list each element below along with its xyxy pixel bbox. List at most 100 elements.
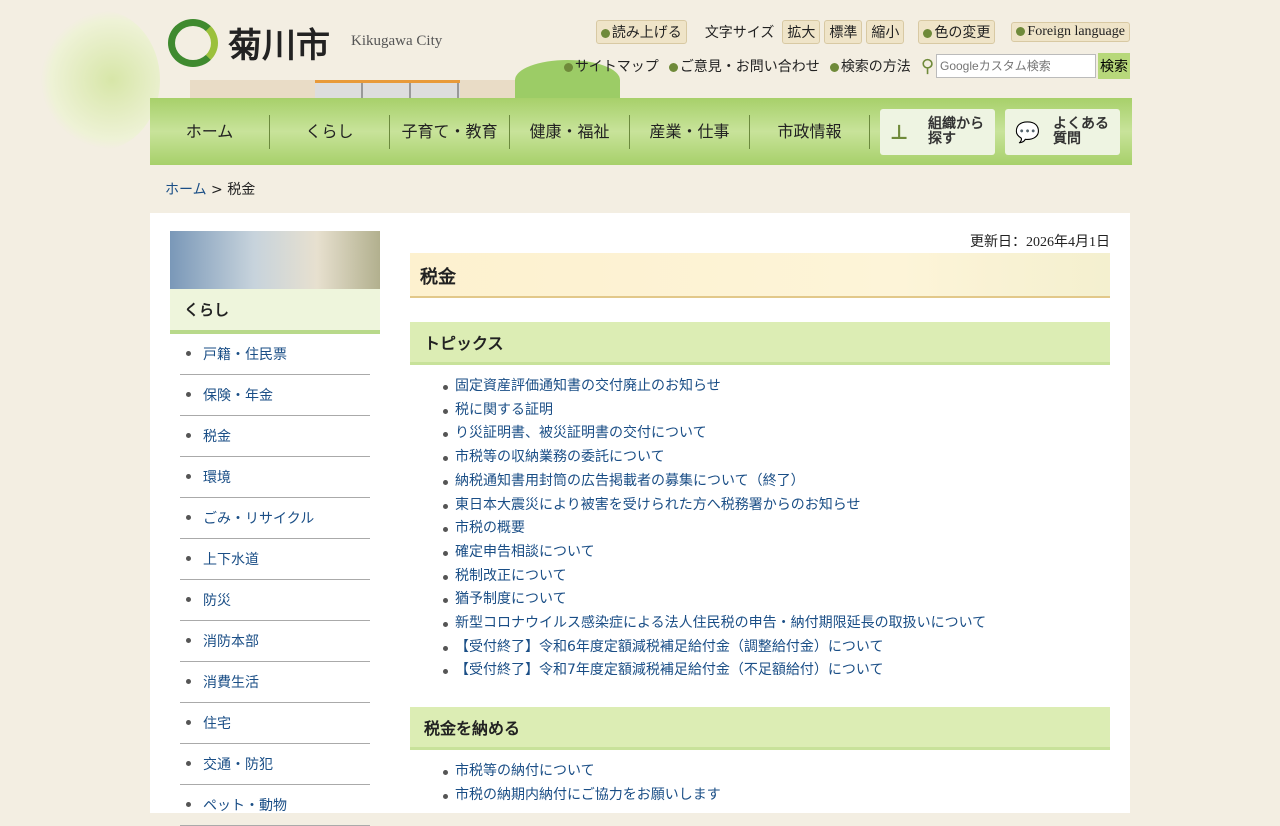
topic-link[interactable]: 猶予制度について	[455, 591, 567, 607]
list-item: 固定資産評価通知書の交付廃止のお知らせ	[443, 375, 1110, 399]
faq-label: よくある質問	[1053, 115, 1109, 147]
sidebar-link[interactable]: 交通・防犯	[203, 757, 273, 773]
site-logo[interactable]: 菊川市	[168, 18, 330, 67]
list-item: 税制改正について	[443, 565, 1110, 589]
topic-link[interactable]: 【受付終了】令和6年度定額減税補足給付金（調整給付金）について	[455, 639, 884, 655]
read-aloud-label: 読み上げる	[611, 25, 682, 41]
search-icon: ⚲	[920, 55, 934, 77]
nav-childcare-education[interactable]: 子育て・教育	[390, 114, 510, 149]
topic-link[interactable]: 市税の納期内納付にご協力をお願いします	[455, 787, 721, 803]
header-links: サイトマップ ご意見・お問い合わせ 検索の方法 ⚲ 検索	[563, 53, 1130, 79]
sidebar: くらし 戸籍・住民票 保険・年金税金環境ごみ・リサイクル 上下水道防災消防本部消費生…	[170, 231, 380, 826]
font-standard-button[interactable]: 標準	[824, 20, 863, 44]
org-label: 組織から探す	[928, 115, 984, 147]
sidebar-link[interactable]: 環境	[203, 470, 231, 486]
sidebar-list: 戸籍・住民票 保険・年金税金環境ごみ・リサイクル 上下水道防災消防本部消費生活住宅交…	[170, 334, 380, 826]
nav-home[interactable]: ホーム	[150, 114, 270, 149]
city-english-name: Kikugawa City	[351, 33, 443, 49]
nav-faq-button[interactable]: 💬 よくある質問	[1005, 108, 1120, 155]
color-change-button[interactable]: 色の変更	[918, 20, 996, 44]
arrow-icon	[563, 62, 573, 72]
logo-text: 菊川市	[228, 26, 330, 66]
arrow-icon	[600, 28, 610, 38]
topic-link[interactable]: 新型コロナウイルス感染症による法人住民税の申告・納付期限延長の取扱いについて	[455, 615, 986, 631]
topic-link[interactable]: 税に関する証明	[455, 402, 553, 418]
sidebar-item: 消費生活	[180, 662, 370, 703]
content: 更新日：2026年4月1日 税金 トピックス固定資産評価通知書の交付廃止のお知ら…	[410, 231, 1110, 808]
search-button[interactable]: 検索	[1098, 53, 1130, 79]
arrow-icon	[829, 62, 839, 72]
topic-link[interactable]: 市税等の納付について	[455, 763, 595, 779]
list-item: 納税通知書用封筒の広告掲載者の募集について（終了）	[443, 470, 1110, 494]
sidebar-link[interactable]: ごみ・リサイクル	[203, 511, 314, 527]
list-item: 新型コロナウイルス感染症による法人住民税の申告・納付期限延長の取扱いについて	[443, 612, 1110, 636]
section-heading: トピックス	[410, 322, 1110, 365]
sidebar-item: ごみ・リサイクル	[180, 498, 370, 539]
nav-health-welfare[interactable]: 健康・福祉	[510, 114, 630, 149]
list-item: り災証明書、被災証明書の交付について	[443, 422, 1110, 446]
foreign-language-button[interactable]: Foreign language	[1011, 22, 1130, 42]
nav-industry-work[interactable]: 産業・仕事	[630, 114, 750, 149]
list-item: 市税等の納付について	[443, 760, 1110, 784]
font-enlarge-button[interactable]: 拡大	[782, 20, 821, 44]
sidebar-link[interactable]: ペット・動物	[203, 798, 287, 814]
topic-link[interactable]: 確定申告相談について	[455, 544, 595, 560]
header: 菊川市 Kikugawa City 読み上げる 文字サイズ 拡大 標準 縮小 色…	[150, 0, 1130, 100]
sidebar-title: くらし	[170, 289, 380, 334]
breadcrumb-home-link[interactable]: ホーム	[165, 182, 207, 198]
sidebar-item: 防災	[180, 580, 370, 621]
sidebar-item: 住宅	[180, 703, 370, 744]
contact-link[interactable]: ご意見・お問い合わせ	[668, 56, 820, 76]
arrow-icon	[668, 62, 678, 72]
sidebar-link[interactable]: 住宅	[203, 716, 231, 732]
breadcrumb-current: 税金	[227, 182, 256, 198]
sidebar-item: 消防本部	[180, 621, 370, 662]
sitemap-link[interactable]: サイトマップ	[563, 56, 659, 76]
color-change-label: 色の変更	[934, 25, 991, 41]
topic-link[interactable]: 固定資産評価通知書の交付廃止のお知らせ	[455, 378, 721, 394]
sidebar-link[interactable]: 戸籍・住民票	[203, 347, 287, 363]
search-input[interactable]	[936, 54, 1096, 78]
page-title: 税金	[410, 253, 1110, 298]
topic-link[interactable]: 東日本大震災により被害を受けられた方へ税務署からのお知らせ	[455, 497, 860, 513]
sidebar-link[interactable]: 税金	[203, 429, 231, 445]
font-size-label: 文字サイズ	[704, 25, 775, 41]
topic-link[interactable]: 税制改正について	[455, 568, 567, 584]
nav-organization-button[interactable]: ⊥ 組織から探す	[880, 108, 995, 155]
search-form: ⚲ 検索	[921, 53, 1130, 79]
arrow-icon	[923, 28, 933, 38]
list-item: 市税の納期内納付にご協力をお願いします	[443, 784, 1110, 808]
utility-bar: 読み上げる 文字サイズ 拡大 標準 縮小 色の変更 Foreign langua…	[595, 20, 1130, 44]
sidebar-link[interactable]: 消費生活	[203, 675, 259, 691]
sidebar-link[interactable]: 防災	[203, 593, 231, 609]
sections: トピックス固定資産評価通知書の交付廃止のお知らせ 税に関する証明り災証明書、被災証…	[410, 322, 1110, 808]
arrow-icon	[1016, 27, 1026, 37]
list-item: 市税等の収納業務の委託について	[443, 446, 1110, 470]
train-illustration	[315, 80, 460, 98]
sidebar-item: 交通・防犯	[180, 744, 370, 785]
topic-link[interactable]: り災証明書、被災証明書の交付について	[455, 425, 707, 441]
sidebar-item: 環境	[180, 457, 370, 498]
topic-link[interactable]: 納税通知書用封筒の広告掲載者の募集について（終了）	[455, 473, 805, 489]
sidebar-link[interactable]: 消防本部	[203, 634, 259, 650]
sidebar-link[interactable]: 上下水道	[203, 552, 259, 568]
search-help-label: 検索の方法	[840, 59, 911, 75]
topic-link[interactable]: 市税等の収納業務の委託について	[455, 449, 665, 465]
sidebar-item: 戸籍・住民票	[180, 334, 370, 375]
sidebar-item: ペット・動物	[180, 785, 370, 826]
nav-city-government[interactable]: 市政情報	[750, 114, 870, 149]
sidebar-photo	[170, 231, 380, 289]
leaf-decoration	[40, 10, 160, 150]
sidebar-link[interactable]: 保険・年金	[203, 388, 273, 404]
updated-date: 更新日：2026年4月1日	[970, 235, 1110, 250]
read-aloud-button[interactable]: 読み上げる	[595, 20, 687, 44]
font-shrink-button[interactable]: 縮小	[866, 20, 905, 44]
topic-link[interactable]: 【受付終了】令和7年度定額減税補足給付金（不足額給付）について	[455, 662, 884, 678]
search-help-link[interactable]: 検索の方法	[829, 56, 911, 76]
list-item: 確定申告相談について	[443, 541, 1110, 565]
list-item: 【受付終了】令和6年度定額減税補足給付金（調整給付金）について	[443, 636, 1110, 660]
nav-living[interactable]: くらし	[270, 114, 390, 149]
breadcrumb: ホーム > 税金	[165, 179, 255, 199]
topic-link[interactable]: 市税の概要	[455, 520, 525, 536]
org-chart-icon: ⊥	[890, 119, 909, 144]
